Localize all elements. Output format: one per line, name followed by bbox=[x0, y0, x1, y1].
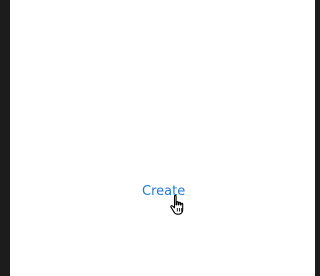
content-area: Create bbox=[10, 0, 315, 276]
hand-pointer-icon bbox=[170, 194, 184, 215]
window-frame: Create bbox=[0, 0, 320, 276]
